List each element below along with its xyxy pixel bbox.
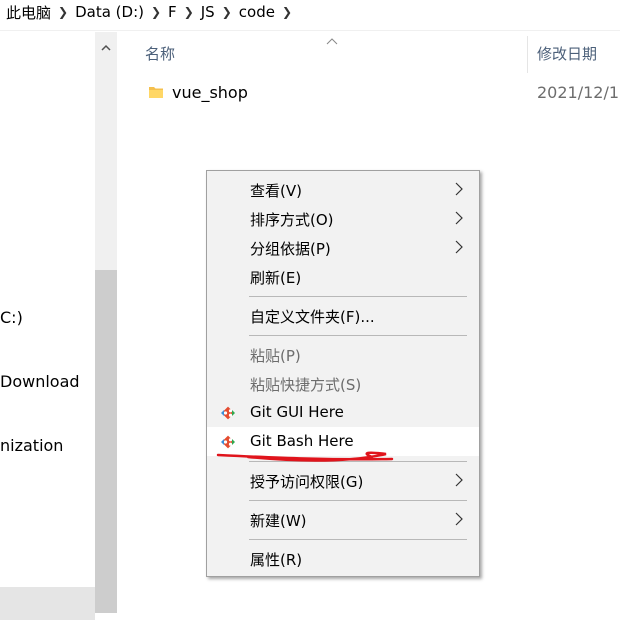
menu-item-label: 排序方式(O) <box>250 211 334 229</box>
menu-separator <box>249 335 467 336</box>
menu-item-label: 分组依据(P) <box>250 240 331 258</box>
menu-item-label: 粘贴快捷方式(S) <box>250 376 362 394</box>
submenu-arrow-icon <box>455 182 463 196</box>
sort-ascending-icon <box>326 30 338 49</box>
breadcrumb: 此电脑 ❯ Data (D:) ❯ F ❯ JS ❯ code ❯ <box>0 0 620 24</box>
menu-item-git-bash-here[interactable]: Git Bash Here <box>207 427 479 456</box>
menu-item-group-by[interactable]: 分组依据(P) <box>207 233 479 262</box>
context-menu: 查看(V) 排序方式(O) 分组依据(P) 刷新(E) 自定义文件夹(F)...… <box>206 170 480 577</box>
file-date-modified: 2021/12/18 <box>537 83 620 102</box>
menu-separator <box>249 500 467 501</box>
folder-icon <box>149 87 163 98</box>
breadcrumb-chevron-icon[interactable]: ❯ <box>55 5 71 19</box>
divider <box>0 30 620 31</box>
breadcrumb-this-pc[interactable]: 此电脑 <box>0 2 55 23</box>
menu-item-label: 授予访问权限(G) <box>250 473 364 491</box>
breadcrumb-drive-d[interactable]: Data (D:) <box>71 3 148 21</box>
menu-item-label: 粘贴(P) <box>250 347 301 365</box>
menu-item-label: 刷新(E) <box>250 269 302 287</box>
menu-item-new[interactable]: 新建(W) <box>207 505 479 534</box>
column-header-name[interactable]: 名称 <box>145 43 175 64</box>
menu-item-view[interactable]: 查看(V) <box>207 175 479 204</box>
submenu-arrow-icon <box>455 211 463 225</box>
git-icon <box>221 406 235 420</box>
menu-item-give-access[interactable]: 授予访问权限(G) <box>207 466 479 495</box>
file-name: vue_shop <box>172 83 248 102</box>
menu-item-label: 自定义文件夹(F)... <box>250 308 375 326</box>
menu-item-label: 查看(V) <box>250 182 302 200</box>
nav-item-organization[interactable]: nization <box>0 436 63 455</box>
submenu-arrow-icon <box>455 473 463 487</box>
breadcrumb-chevron-icon[interactable]: ❯ <box>181 5 197 19</box>
nav-item-selected[interactable] <box>0 587 95 620</box>
menu-separator <box>249 539 467 540</box>
scroll-up-chevron-icon[interactable] <box>95 36 117 58</box>
git-icon <box>221 435 235 449</box>
breadcrumb-chevron-icon[interactable]: ❯ <box>279 5 295 19</box>
breadcrumb-folder-f[interactable]: F <box>164 3 181 21</box>
menu-item-customize-folder[interactable]: 自定义文件夹(F)... <box>207 301 479 330</box>
column-header-date-modified[interactable]: 修改日期 <box>537 43 597 64</box>
breadcrumb-chevron-icon[interactable]: ❯ <box>148 5 164 19</box>
nav-item-drive-c[interactable]: C:) <box>0 308 23 327</box>
menu-item-git-gui-here[interactable]: Git GUI Here <box>207 398 479 427</box>
menu-item-paste: 粘贴(P) <box>207 340 479 369</box>
menu-item-label: 属性(R) <box>250 551 303 569</box>
nav-scrollbar-thumb[interactable] <box>95 270 117 613</box>
menu-separator <box>249 296 467 297</box>
submenu-arrow-icon <box>455 240 463 254</box>
breadcrumb-folder-js[interactable]: JS <box>197 3 219 21</box>
menu-item-sort-by[interactable]: 排序方式(O) <box>207 204 479 233</box>
menu-item-properties[interactable]: 属性(R) <box>207 544 479 573</box>
menu-item-label: Git GUI Here <box>250 403 344 421</box>
file-row[interactable]: vue_shop 2021/12/18 <box>140 80 620 106</box>
breadcrumb-chevron-icon[interactable]: ❯ <box>219 5 235 19</box>
breadcrumb-folder-code[interactable]: code <box>235 3 279 21</box>
column-divider[interactable] <box>527 36 528 73</box>
menu-item-refresh[interactable]: 刷新(E) <box>207 262 479 291</box>
menu-separator <box>249 461 467 462</box>
submenu-arrow-icon <box>455 512 463 526</box>
nav-item-downloads[interactable]: Download <box>0 372 80 391</box>
menu-item-label: 新建(W) <box>250 512 307 530</box>
menu-item-label: Git Bash Here <box>250 432 354 450</box>
menu-item-paste-shortcut: 粘贴快捷方式(S) <box>207 369 479 398</box>
